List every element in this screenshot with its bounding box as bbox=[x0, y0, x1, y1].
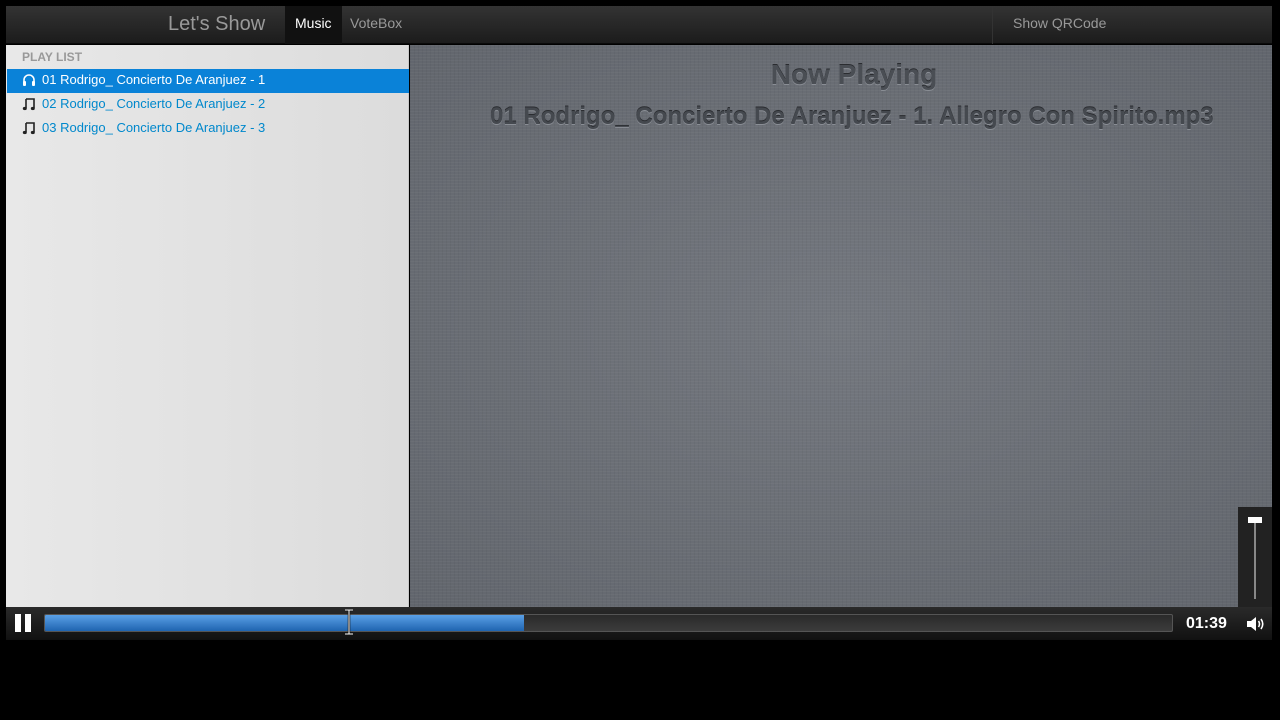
app-window: Let's Show Music VoteBox Show QRCode PLA… bbox=[6, 6, 1272, 640]
now-playing-title: Now Playing bbox=[770, 59, 938, 90]
pause-bar-right bbox=[25, 614, 31, 632]
music-note-icon bbox=[22, 122, 35, 135]
playlist-header: PLAY LIST bbox=[22, 50, 83, 64]
now-playing-track: 01 Rodrigo_ Concierto De Aranjuez - 1. A… bbox=[490, 103, 1214, 130]
tab-music[interactable]: Music bbox=[285, 6, 342, 44]
playlist-item[interactable]: 01 Rodrigo_ Concierto De Aranjuez - 1 bbox=[7, 69, 409, 93]
brand-title[interactable]: Let's Show bbox=[168, 12, 265, 36]
pause-button[interactable] bbox=[12, 614, 34, 634]
volume-slider-handle[interactable] bbox=[1248, 517, 1262, 523]
playlist-item[interactable]: 02 Rodrigo_ Concierto De Aranjuez - 2 bbox=[7, 93, 409, 117]
show-qrcode-link[interactable]: Show QRCode bbox=[1003, 6, 1116, 44]
text-cursor-icon bbox=[345, 609, 353, 635]
navbar: Let's Show Music VoteBox Show QRCode bbox=[6, 6, 1272, 44]
playlist-item-label: 03 Rodrigo_ Concierto De Aranjuez - 3 bbox=[42, 120, 266, 135]
pause-bar-left bbox=[15, 614, 21, 632]
tab-votebox[interactable]: VoteBox bbox=[340, 6, 412, 44]
player-controls: 01:39 bbox=[6, 607, 1272, 640]
playlist-item-label: 02 Rodrigo_ Concierto De Aranjuez - 2 bbox=[42, 96, 266, 111]
headphones-icon bbox=[23, 74, 35, 86]
volume-icon[interactable] bbox=[1244, 614, 1266, 634]
playlist-sidebar: PLAY LIST 01 Rodrigo_ Concierto De Aranj… bbox=[6, 45, 409, 607]
elapsed-time: 01:39 bbox=[1186, 615, 1227, 632]
playlist-item[interactable]: 03 Rodrigo_ Concierto De Aranjuez - 3 bbox=[7, 117, 409, 141]
playlist-item-label: 01 Rodrigo_ Concierto De Aranjuez - 1 bbox=[42, 72, 266, 87]
progress-fill bbox=[45, 615, 524, 631]
volume-slider-track[interactable] bbox=[1254, 519, 1256, 599]
progress-bar[interactable] bbox=[44, 614, 1173, 632]
now-playing-panel: Now Playing 01 Rodrigo_ Concierto De Ara… bbox=[410, 45, 1272, 607]
volume-popup bbox=[1238, 507, 1272, 607]
music-note-icon bbox=[22, 98, 35, 111]
nav-divider bbox=[992, 6, 993, 44]
